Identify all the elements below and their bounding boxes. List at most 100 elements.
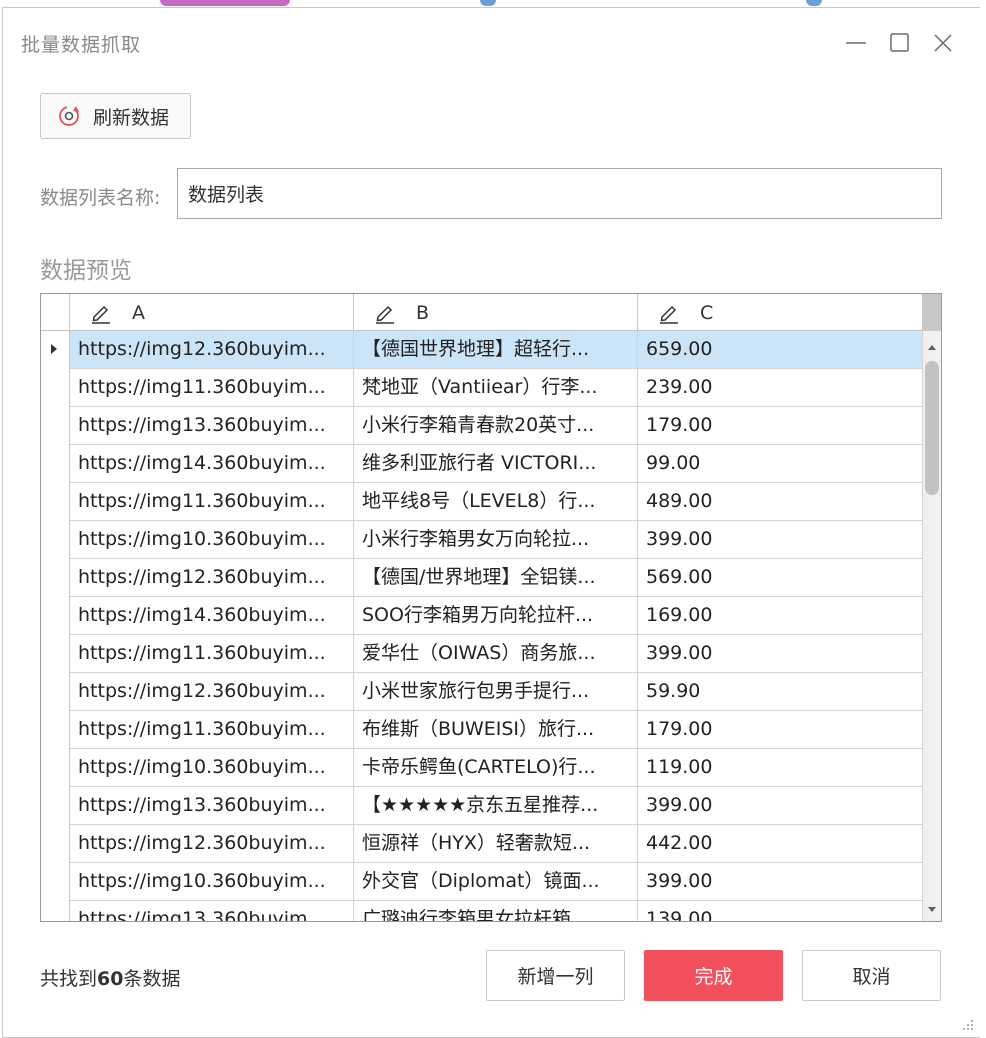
cell-b[interactable]: 【德国世界地理】超轻行... [354, 331, 638, 368]
table-row[interactable]: https://img10.360buyim... 小米行李箱男女万向轮拉...… [70, 521, 923, 559]
cell-c[interactable]: 99.00 [638, 445, 923, 482]
table-row[interactable]: https://img12.360buyim... 【德国世界地理】超轻行...… [70, 331, 923, 369]
column-header-label: A [132, 301, 145, 324]
cell-a[interactable]: https://img11.360buyim... [70, 635, 354, 672]
cell-c[interactable]: 179.00 [638, 711, 923, 748]
table-row[interactable]: https://img11.360buyim... 布维斯（BUWEISI）旅行… [70, 711, 923, 749]
table-row[interactable]: https://img13.360buyim... 广璐迪行李箱男女拉杆箱...… [70, 901, 923, 921]
cell-b[interactable]: 维多利亚旅行者 VICTORI... [354, 445, 638, 482]
pencil-icon[interactable] [658, 302, 680, 324]
cell-c[interactable]: 179.00 [638, 407, 923, 444]
table-row[interactable]: https://img10.360buyim... 卡帝乐鳄鱼(CARTELO)… [70, 749, 923, 787]
vertical-scrollbar[interactable] [923, 331, 941, 921]
cell-a[interactable]: https://img10.360buyim... [70, 863, 354, 900]
cell-a[interactable]: https://img13.360buyim... [70, 787, 354, 824]
done-button[interactable]: 完成 [644, 950, 783, 1001]
cell-c[interactable]: 659.00 [638, 331, 923, 368]
title-bar: 批量数据抓取 [3, 8, 980, 74]
table-row[interactable]: https://img11.360buyim... 地平线8号（LEVEL8）行… [70, 483, 923, 521]
refresh-data-label: 刷新数据 [93, 106, 170, 129]
result-count-number: 60 [97, 968, 124, 990]
add-column-button[interactable]: 新增一列 [486, 950, 625, 1001]
cell-c[interactable]: 399.00 [638, 521, 923, 558]
scroll-up-icon[interactable] [928, 345, 936, 350]
cell-a[interactable]: https://img12.360buyim... [70, 559, 354, 596]
result-count: 共找到60条数据 [40, 964, 180, 991]
cell-b[interactable]: 小米世家旅行包男手提行... [354, 673, 638, 710]
cell-c[interactable]: 239.00 [638, 369, 923, 406]
cell-c[interactable]: 139.00 [638, 901, 923, 921]
grid-header: A B C [41, 294, 941, 331]
table-row[interactable]: https://img10.360buyim... 外交官（Diplomat）镜… [70, 863, 923, 901]
table-row[interactable]: https://img14.360buyim... SOO行李箱男万向轮拉杆..… [70, 597, 923, 635]
grid-rows: https://img12.360buyim... 【德国世界地理】超轻行...… [70, 331, 923, 921]
column-header-label: B [416, 301, 430, 324]
table-row[interactable]: https://img14.360buyim... 维多利亚旅行者 VICTOR… [70, 445, 923, 483]
scrollbar-thumb[interactable] [925, 361, 939, 495]
cell-a[interactable]: https://img14.360buyim... [70, 445, 354, 482]
close-button[interactable] [928, 28, 958, 58]
dialog-title: 批量数据抓取 [21, 34, 142, 56]
pencil-icon[interactable] [374, 302, 396, 324]
cell-c[interactable]: 119.00 [638, 749, 923, 786]
column-header-b[interactable]: B [354, 294, 638, 331]
resize-grip-icon[interactable] [959, 1018, 975, 1034]
table-row[interactable]: https://img12.360buyim... 小米世家旅行包男手提行...… [70, 673, 923, 711]
cell-a[interactable]: https://img11.360buyim... [70, 483, 354, 520]
column-header-a[interactable]: A [70, 294, 354, 331]
cell-b[interactable]: 梵地亚（Vantiiear）行李... [354, 369, 638, 406]
cell-c[interactable]: 399.00 [638, 863, 923, 900]
cell-a[interactable]: https://img13.360buyim... [70, 407, 354, 444]
list-name-input[interactable] [177, 168, 942, 219]
cell-a[interactable]: https://img11.360buyim... [70, 369, 354, 406]
cell-c[interactable]: 169.00 [638, 597, 923, 634]
cell-c[interactable]: 489.00 [638, 483, 923, 520]
cell-b[interactable]: 【德国/世界地理】全铝镁... [354, 559, 638, 596]
minimize-icon [846, 42, 866, 44]
list-name-label: 数据列表名称: [40, 187, 161, 209]
cell-b[interactable]: 地平线8号（LEVEL8）行... [354, 483, 638, 520]
close-icon [934, 34, 952, 52]
table-row[interactable]: https://img12.360buyim... 【德国/世界地理】全铝镁..… [70, 559, 923, 597]
cell-a[interactable]: https://img12.360buyim... [70, 673, 354, 710]
cell-c[interactable]: 569.00 [638, 559, 923, 596]
cell-a[interactable]: https://img12.360buyim... [70, 825, 354, 862]
cell-b[interactable]: 小米行李箱青春款20英寸... [354, 407, 638, 444]
column-header-label: C [700, 301, 714, 324]
preview-title: 数据预览 [40, 258, 132, 284]
cell-c[interactable]: 399.00 [638, 635, 923, 672]
cancel-button[interactable]: 取消 [802, 950, 941, 1001]
scroll-down-icon[interactable] [928, 907, 936, 912]
grid-corner [41, 294, 70, 331]
cell-b[interactable]: 恒源祥（HYX）轻奢款短... [354, 825, 638, 862]
cell-b[interactable]: 外交官（Diplomat）镜面... [354, 863, 638, 900]
cell-b[interactable]: 布维斯（BUWEISI）旅行... [354, 711, 638, 748]
table-row[interactable]: https://img12.360buyim... 恒源祥（HYX）轻奢款短..… [70, 825, 923, 863]
cell-b[interactable]: SOO行李箱男万向轮拉杆... [354, 597, 638, 634]
maximize-button[interactable] [885, 28, 915, 58]
maximize-icon [890, 33, 909, 52]
cell-a[interactable]: https://img11.360buyim... [70, 711, 354, 748]
cell-a[interactable]: https://img13.360buyim... [70, 901, 354, 921]
refresh-data-button[interactable]: 刷新数据 [40, 93, 191, 139]
cell-c[interactable]: 399.00 [638, 787, 923, 824]
cell-a[interactable]: https://img10.360buyim... [70, 521, 354, 558]
pencil-icon[interactable] [90, 302, 112, 324]
cell-c[interactable]: 59.90 [638, 673, 923, 710]
cell-a[interactable]: https://img14.360buyim... [70, 597, 354, 634]
cell-c[interactable]: 442.00 [638, 825, 923, 862]
table-row[interactable]: https://img13.360buyim... 【★★★★★京东五星推荐..… [70, 787, 923, 825]
batch-scrape-dialog: 批量数据抓取 刷新数据 数据列表名称: 数据预览 [2, 7, 980, 1038]
table-row[interactable]: https://img11.360buyim... 爱华仕（OIWAS）商务旅.… [70, 635, 923, 673]
table-row[interactable]: https://img13.360buyim... 小米行李箱青春款20英寸..… [70, 407, 923, 445]
column-header-c[interactable]: C [638, 294, 923, 331]
cell-b[interactable]: 广璐迪行李箱男女拉杆箱... [354, 901, 638, 921]
cell-b[interactable]: 爱华仕（OIWAS）商务旅... [354, 635, 638, 672]
table-row[interactable]: https://img11.360buyim... 梵地亚（Vantiiear）… [70, 369, 923, 407]
cell-b[interactable]: 卡帝乐鳄鱼(CARTELO)行... [354, 749, 638, 786]
cell-b[interactable]: 【★★★★★京东五星推荐... [354, 787, 638, 824]
cell-b[interactable]: 小米行李箱男女万向轮拉... [354, 521, 638, 558]
cell-a[interactable]: https://img12.360buyim... [70, 331, 354, 368]
cell-a[interactable]: https://img10.360buyim... [70, 749, 354, 786]
minimize-button[interactable] [841, 28, 871, 58]
